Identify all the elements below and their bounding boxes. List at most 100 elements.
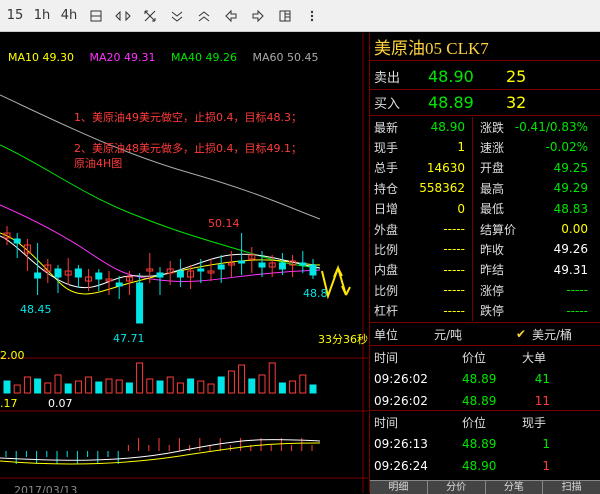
stat-label: 持仓 [374, 181, 399, 196]
stat-value: 0 [457, 201, 465, 216]
column-header-time: 时间 [374, 415, 399, 430]
stat-value: 0.00 [561, 222, 588, 236]
row-price: 48.89 [462, 394, 497, 408]
stat-label: 昨结 [480, 263, 505, 278]
column-header-size: 大单 [522, 350, 547, 365]
stat-value: -0.41/0.83% [514, 120, 588, 134]
stat-label: 涨跌 [480, 120, 505, 135]
stat-value: ----- [566, 303, 588, 318]
instrument-title: 美原油05 CLK7 [370, 33, 600, 61]
row-price: 48.89 [462, 437, 497, 451]
annotation-line-1: 1、美原油49美元做空，止损0.4，目标48.3； [74, 111, 302, 124]
annotation-line-2: 2、美原油48美元做多，止损0.4，目标49.1； [74, 142, 302, 155]
stat-label: 外盘 [374, 222, 399, 237]
more-icon[interactable] [301, 5, 323, 27]
stat-label: 结算价 [480, 222, 517, 237]
stat-value: 49.29 [553, 181, 588, 196]
stat-value: ----- [443, 303, 465, 318]
row-time: 09:26:24 [374, 459, 428, 473]
volume-level-label: 2.00 [0, 349, 25, 362]
ma60-label: MA60 50.45 [252, 51, 319, 64]
stat-label: 最高 [480, 181, 505, 196]
candlestick-chart-area[interactable]: MA10 49.30 MA20 49.31 MA40 49.26 MA60 50… [0, 33, 368, 493]
kline-svg [0, 33, 368, 493]
stat-label: 总手 [374, 161, 399, 176]
macd-value-2: 0.07 [48, 397, 73, 410]
row-time: 09:26:02 [374, 394, 428, 408]
sell-qty: 25 [506, 66, 527, 86]
row-size: 41 [534, 372, 550, 386]
stat-value: ----- [443, 283, 465, 298]
unit-row: 单位 元/吨 ✔ 美元/桶 [370, 323, 600, 345]
period-15-button[interactable]: 15 [4, 5, 26, 27]
row-price: 48.90 [462, 459, 497, 473]
buy-row[interactable]: 买入 48.89 32 [370, 91, 600, 113]
row-size: 11 [534, 394, 550, 408]
row-time: 09:26:13 [374, 437, 428, 451]
stat-label: 跌停 [480, 304, 505, 319]
ma40-label: MA40 49.26 [171, 51, 237, 64]
layout-icon[interactable] [274, 5, 296, 27]
stat-value: 49.31 [553, 262, 588, 277]
unit-option-yuan[interactable]: 元/吨 [434, 326, 462, 343]
quote-panel: 美原油05 CLK7 卖出 48.90 25 买入 48.89 32 最新 48.… [369, 33, 600, 494]
stat-label: 内盘 [374, 263, 399, 278]
column-header-size: 现手 [522, 415, 547, 430]
stat-value: ----- [443, 262, 465, 277]
stat-value: 48.83 [553, 201, 588, 216]
buy-label: 买入 [374, 96, 401, 112]
tab-3[interactable]: 扫描 [543, 481, 600, 494]
chevron-down-icon[interactable] [166, 5, 188, 27]
date-axis-label: 2017/03/13 [14, 484, 78, 493]
ma-legend: MA10 49.30 MA20 49.31 MA40 49.26 MA60 50… [8, 51, 331, 64]
stat-label: 最低 [480, 202, 505, 217]
arrow-right-icon[interactable] [247, 5, 269, 27]
buy-price: 48.89 [428, 92, 474, 112]
chevron-up-icon[interactable] [193, 5, 215, 27]
check-icon: ✔ [516, 327, 527, 341]
bar-countdown-label: 33分36秒 [318, 333, 368, 346]
stat-label: 比例 [374, 283, 399, 298]
stat-label: 开盘 [480, 161, 505, 176]
shrink-horizontal-icon[interactable] [112, 5, 134, 27]
low-price-left-label: 48.45 [20, 303, 52, 316]
stat-label: 速涨 [480, 140, 505, 155]
day-icon[interactable] [85, 5, 107, 27]
stat-label: 现手 [374, 140, 399, 155]
stat-value: 14630 [426, 160, 465, 175]
stat-value: ----- [443, 242, 465, 257]
stat-value: 558362 [419, 181, 465, 196]
column-header-time: 时间 [374, 350, 399, 365]
tab-0[interactable]: 明细 [370, 481, 428, 494]
period-4h-button[interactable]: 4h [58, 5, 80, 27]
annotation-line-3: 原油4H图 [74, 157, 123, 170]
buy-qty: 32 [506, 92, 527, 112]
arrow-left-icon[interactable] [220, 5, 242, 27]
sell-label: 卖出 [374, 70, 401, 86]
stat-label: 比例 [374, 242, 399, 257]
tab-2[interactable]: 分笔 [486, 481, 544, 494]
stat-label: 昨收 [480, 242, 505, 257]
high-price-label: 50.14 [208, 217, 240, 230]
low-price-bottom-label: 47.71 [113, 332, 145, 345]
row-size: 1 [542, 459, 550, 473]
tab-1[interactable]: 分价 [428, 481, 486, 494]
ma20-label: MA20 49.31 [89, 51, 156, 64]
stat-label: 日增 [374, 202, 399, 217]
row-price: 48.89 [462, 372, 497, 386]
column-header-price: 价位 [462, 415, 487, 430]
unit-option-dollar[interactable]: 美元/桶 [532, 326, 572, 343]
chart-toolbar: 15 1h 4h [0, 0, 600, 32]
ma10-label: MA10 49.30 [8, 51, 74, 64]
stat-value: 49.25 [553, 160, 588, 175]
stat-value: ----- [443, 222, 465, 236]
stat-value: 49.26 [553, 242, 588, 257]
sell-row[interactable]: 卖出 48.90 25 [370, 65, 600, 87]
period-1h-button[interactable]: 1h [31, 5, 53, 27]
stat-label: 涨停 [480, 283, 505, 298]
row-size: 1 [542, 437, 550, 451]
row-time: 09:26:02 [374, 372, 428, 386]
column-header-price: 价位 [462, 350, 487, 365]
expand-icon[interactable] [139, 5, 161, 27]
stat-value: ----- [566, 283, 588, 298]
